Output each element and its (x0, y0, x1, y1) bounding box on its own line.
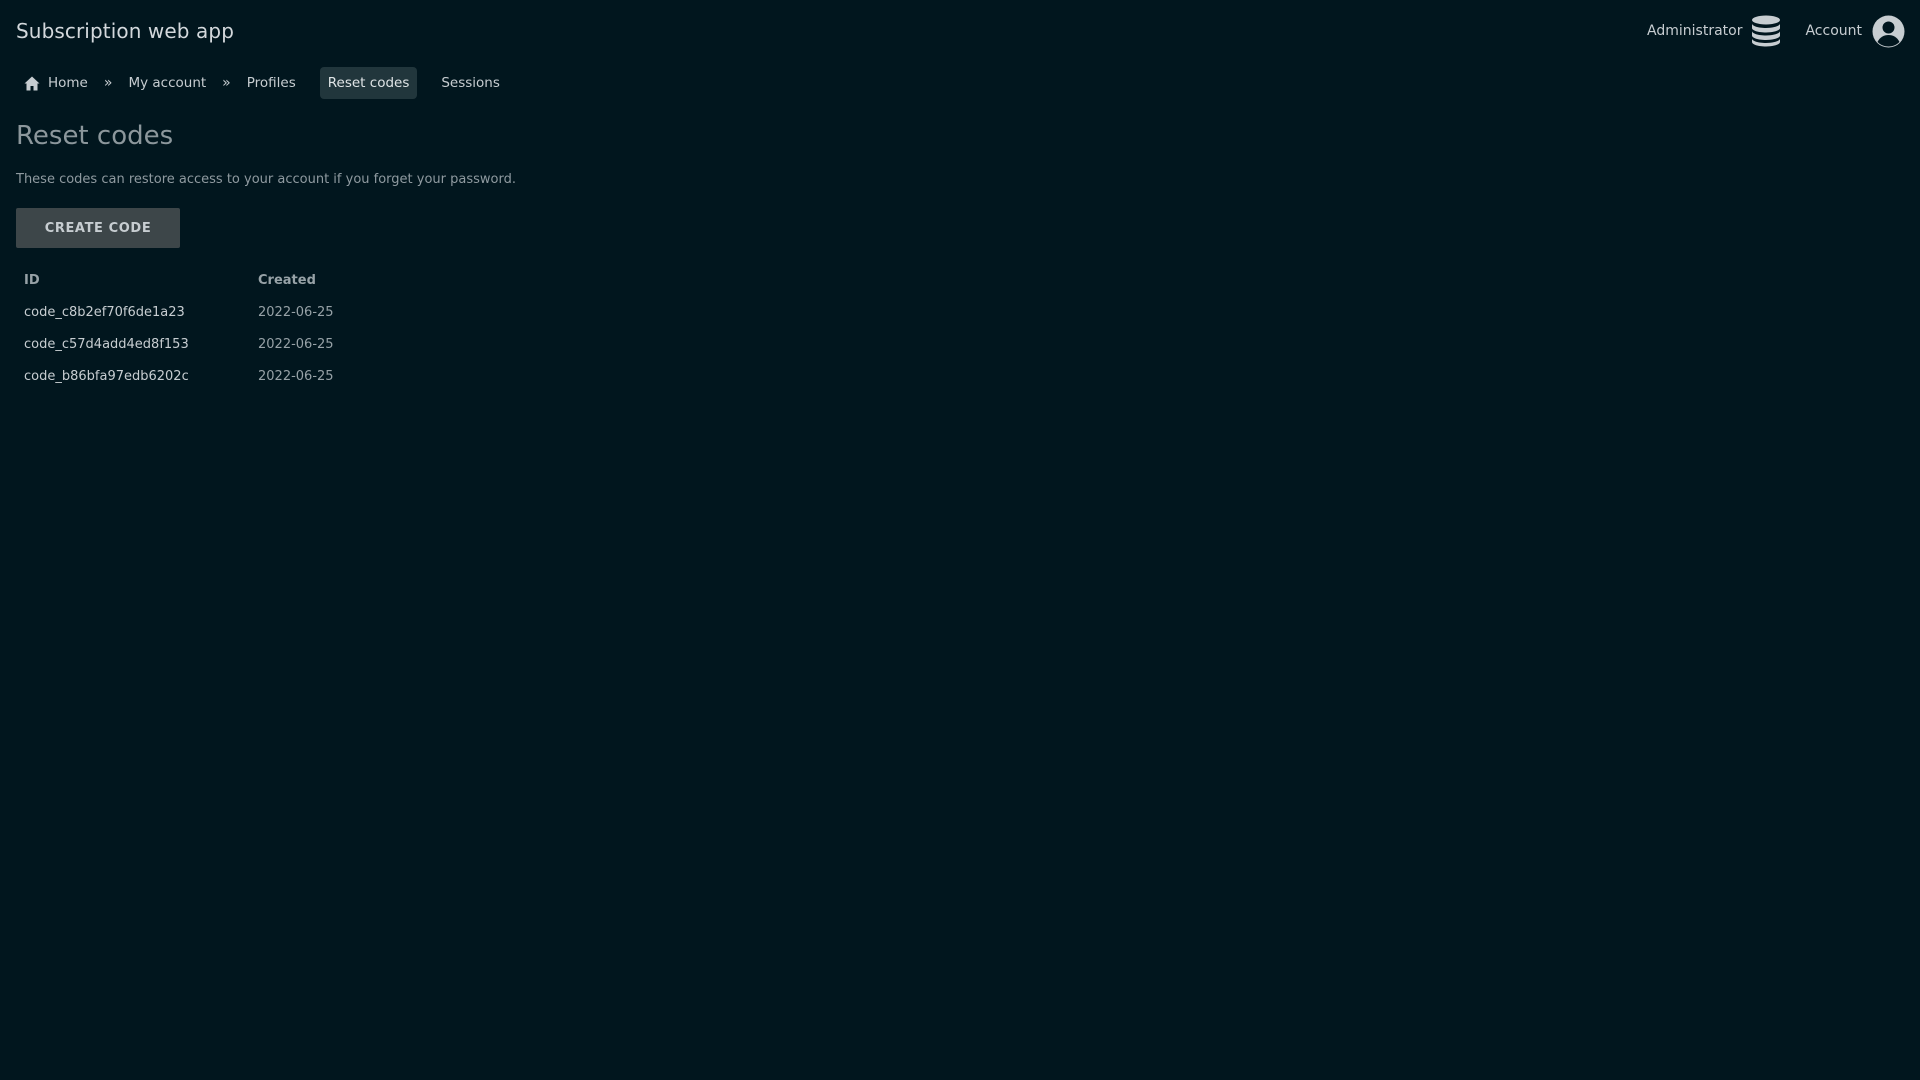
code-id-cell: code_c57d4add4ed8f153 (24, 336, 189, 352)
page-title: Reset codes (16, 121, 174, 151)
home-icon (24, 76, 40, 90)
administrator-menu[interactable]: Administrator (1647, 15, 1781, 47)
top-bar: Subscription web app Administrator Accou… (0, 0, 1920, 62)
breadcrumb-profiles-label: Profiles (246, 75, 296, 91)
breadcrumb: Home » My account » Profiles Reset codes… (16, 67, 508, 99)
code-created-cell: 2022-06-25 (258, 304, 334, 320)
account-circle-icon (1872, 15, 1905, 47)
account-label: Account (1805, 23, 1862, 39)
table-row[interactable]: code_c57d4add4ed8f153 2022-06-25 (16, 328, 342, 360)
reset-codes-table: ID Created code_c8b2ef70f6de1a23 2022-06… (16, 264, 342, 392)
top-right-menu: Administrator Account (1647, 14, 1905, 48)
table-header-row: ID Created (16, 264, 342, 296)
table-row[interactable]: code_c8b2ef70f6de1a23 2022-06-25 (16, 296, 342, 328)
administrator-label: Administrator (1647, 23, 1743, 39)
database-icon (1752, 15, 1781, 47)
breadcrumb-my-account[interactable]: My account (120, 67, 214, 99)
code-id-cell: code_c8b2ef70f6de1a23 (24, 304, 185, 320)
code-created-cell: 2022-06-25 (258, 368, 334, 384)
column-header-id[interactable]: ID (16, 264, 250, 296)
create-code-button[interactable]: CREATE CODE (16, 208, 180, 248)
breadcrumb-separator: » (103, 75, 113, 91)
table-row[interactable]: code_b86bfa97edb6202c 2022-06-25 (16, 360, 342, 392)
column-header-created[interactable]: Created (250, 264, 342, 296)
code-id-cell: code_b86bfa97edb6202c (24, 368, 189, 384)
tab-reset-codes[interactable]: Reset codes (319, 67, 418, 99)
app-title[interactable]: Subscription web app (16, 19, 234, 43)
account-menu[interactable]: Account (1805, 15, 1905, 48)
code-created-cell: 2022-06-25 (258, 336, 334, 352)
tab-reset-codes-label: Reset codes (327, 75, 410, 91)
page-description: These codes can restore access to your a… (16, 172, 516, 187)
breadcrumb-profiles[interactable]: Profiles (239, 67, 304, 99)
breadcrumb-separator: » (222, 75, 231, 91)
tab-sessions[interactable]: Sessions (433, 67, 508, 99)
breadcrumb-home[interactable]: Home (16, 67, 96, 99)
tab-sessions-label: Sessions (441, 75, 500, 91)
breadcrumb-home-label: Home (48, 75, 88, 91)
breadcrumb-my-account-label: My account (128, 75, 207, 91)
